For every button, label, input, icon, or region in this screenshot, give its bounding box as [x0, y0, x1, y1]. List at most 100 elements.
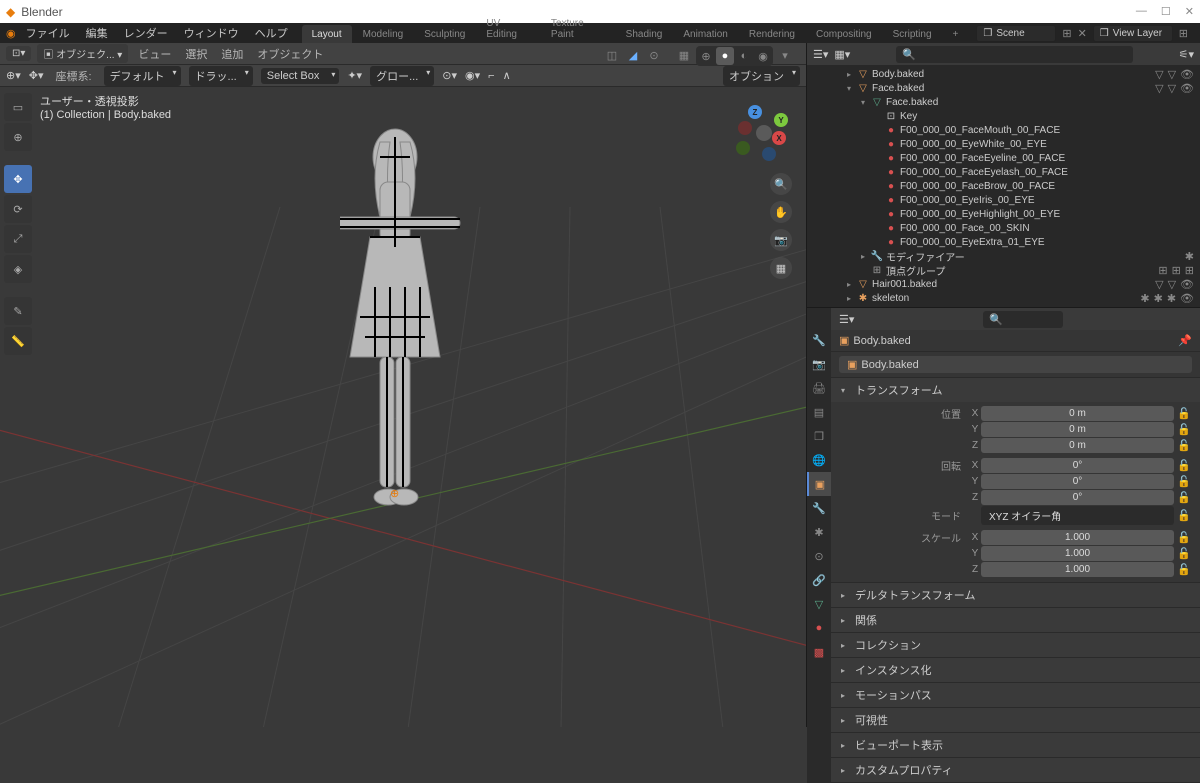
minimize-button[interactable]: —	[1136, 5, 1147, 18]
lock-icon[interactable]: 🔓	[1176, 459, 1192, 472]
ptab-material[interactable]: ●	[807, 616, 831, 640]
tree-row[interactable]: ▾▽Face.baked	[807, 95, 1200, 109]
tree-toggle[interactable]: ▸	[844, 70, 854, 79]
select-visible-icon[interactable]: ◫	[603, 46, 621, 64]
lock-icon[interactable]: 🔓	[1176, 407, 1192, 420]
tab-rendering[interactable]: Rendering	[739, 25, 805, 44]
tree-toggle[interactable]: ▸	[844, 294, 854, 303]
panel-header[interactable]: ▸インスタンス化	[831, 658, 1200, 682]
lock-icon[interactable]: 🔓	[1176, 423, 1192, 436]
tree-row[interactable]: ▾▽Face.baked▽▽👁	[807, 81, 1200, 95]
menu-file[interactable]: ファイル	[20, 23, 76, 43]
ptab-particle[interactable]: ✱	[807, 520, 831, 544]
global-dd[interactable]: グロー...	[370, 66, 434, 86]
tool-measure[interactable]: 📏	[4, 327, 32, 355]
perspective-icon[interactable]: ▦	[770, 257, 792, 279]
filter-icon[interactable]: ⚟▾	[1179, 48, 1194, 61]
propedit-icon[interactable]: ◉▾	[465, 69, 480, 82]
loc-y[interactable]: 0 m	[981, 422, 1174, 437]
lock-icon[interactable]: 🔓	[1176, 509, 1192, 522]
tool-rotate[interactable]: ⟳	[4, 195, 32, 223]
gizmo-toggle-icon[interactable]: ◢	[624, 46, 642, 64]
tab-uvediting[interactable]: UV Editing	[476, 14, 540, 44]
shading-wireframe-icon[interactable]: ⊕	[697, 47, 715, 65]
camera-icon[interactable]: 📷	[770, 229, 792, 251]
drag-dd[interactable]: ドラッ...	[189, 66, 253, 86]
tab-shading[interactable]: Shading	[616, 25, 673, 44]
ptab-tool[interactable]: 🔧	[807, 328, 831, 352]
ptab-physics[interactable]: ⊙	[807, 544, 831, 568]
tree-row[interactable]: ▸▽Body.baked▽▽👁	[807, 67, 1200, 81]
pin-icon[interactable]: 📌	[1178, 334, 1192, 347]
tree-row[interactable]: ▸▽Hair001.baked▽▽👁	[807, 277, 1200, 291]
shading-options-icon[interactable]: ▾	[776, 46, 794, 64]
pivot-icon[interactable]: ✦▾	[347, 69, 362, 82]
rot-x[interactable]: 0°	[981, 458, 1174, 473]
snap-inc-icon[interactable]: ∧	[503, 69, 511, 82]
snap-icon[interactable]: ⊙▾	[442, 69, 457, 82]
panel-header[interactable]: ▸コレクション	[831, 633, 1200, 657]
maximize-button[interactable]: ☐	[1161, 5, 1171, 18]
ptab-render[interactable]: 📷	[807, 352, 831, 376]
lock-icon[interactable]: 🔓	[1176, 531, 1192, 544]
blender-icon[interactable]: ◉	[6, 27, 16, 40]
tree-row[interactable]: ●F00_000_00_FaceEyeline_00_FACE	[807, 151, 1200, 165]
ptab-data[interactable]: ▽	[807, 592, 831, 616]
options-dd[interactable]: オブション	[723, 66, 800, 86]
orient-dd[interactable]: デフォルト	[104, 66, 181, 86]
ptab-constraint[interactable]: 🔗	[807, 568, 831, 592]
tree-row[interactable]: ▸🔧モディファイアー✱	[807, 249, 1200, 263]
lock-icon[interactable]: 🔓	[1176, 563, 1192, 576]
menu-window[interactable]: ウィンドウ	[178, 23, 245, 43]
panel-header[interactable]: ▸ビューポート表示	[831, 733, 1200, 757]
ptab-scene[interactable]: ❒	[807, 424, 831, 448]
viewlayer-new-icon[interactable]: ⊞	[1179, 27, 1188, 40]
tab-animation[interactable]: Animation	[673, 25, 737, 44]
lock-icon[interactable]: 🔓	[1176, 547, 1192, 560]
close-button[interactable]: ✕	[1185, 5, 1194, 18]
properties-search[interactable]: 🔍	[983, 311, 1063, 328]
tree-toggle[interactable]: ▸	[844, 280, 854, 289]
select-menu[interactable]: 選択	[181, 46, 211, 62]
tree-row[interactable]: ●F00_000_00_EyeExtra_01_EYE	[807, 235, 1200, 249]
ptab-viewlayer[interactable]: ▤	[807, 400, 831, 424]
tab-scripting[interactable]: Scripting	[883, 25, 942, 44]
tree-row[interactable]: ●F00_000_00_FaceEyelash_00_FACE	[807, 165, 1200, 179]
shading-rendered-icon[interactable]: ◉	[754, 47, 772, 65]
shading-matprev-icon[interactable]: ◐	[735, 47, 753, 65]
scale-y[interactable]: 1.000	[981, 546, 1174, 561]
scale-z[interactable]: 1.000	[981, 562, 1174, 577]
pan-icon[interactable]: ✋	[770, 201, 792, 223]
rot-mode[interactable]: XYZ オイラー角	[981, 506, 1174, 525]
interaction-mode-dd[interactable]: ▣ オブジェク... ▾	[37, 44, 128, 63]
tab-add[interactable]: +	[943, 25, 969, 44]
selectbox-dd[interactable]: Select Box	[261, 68, 340, 84]
object-name-field[interactable]: ▣Body.baked	[839, 356, 1192, 373]
ptab-modifier[interactable]: 🔧	[807, 496, 831, 520]
lock-icon[interactable]: 🔓	[1176, 491, 1192, 504]
tree-row[interactable]: ▸✱skeleton✱✱✱👁	[807, 291, 1200, 305]
move-gizmo-icon[interactable]: ✥▾	[29, 69, 44, 82]
view-menu[interactable]: ビュー	[134, 46, 175, 62]
ptab-output[interactable]: 🖨	[807, 376, 831, 400]
shading-solid-icon[interactable]: ●	[716, 47, 734, 65]
outliner-search[interactable]: 🔍	[896, 46, 1132, 63]
tree-row[interactable]: ●F00_000_00_FaceBrow_00_FACE	[807, 179, 1200, 193]
cursor-icon[interactable]: ⊕▾	[6, 69, 21, 82]
visibility-icon[interactable]: 👁	[1180, 292, 1194, 305]
tree-toggle[interactable]: ▸	[858, 252, 868, 261]
ptab-texture[interactable]: ▩	[807, 640, 831, 664]
tree-row[interactable]: ●F00_000_00_Face_00_SKIN	[807, 221, 1200, 235]
rot-z[interactable]: 0°	[981, 490, 1174, 505]
panel-header[interactable]: ▸デルタトランスフォーム	[831, 583, 1200, 607]
xray-icon[interactable]: ▦	[675, 46, 693, 64]
ptab-object[interactable]: ▣	[807, 472, 831, 496]
tool-cursor[interactable]: ⊕	[4, 123, 32, 151]
loc-z[interactable]: 0 m	[981, 438, 1174, 453]
tab-sculpting[interactable]: Sculpting	[414, 25, 475, 44]
tree-row[interactable]: ●F00_000_00_EyeHighlight_00_EYE	[807, 207, 1200, 221]
visibility-icon[interactable]: 👁	[1180, 82, 1194, 95]
gizmo-y[interactable]: Y	[774, 113, 788, 127]
tab-texturepaint[interactable]: Texture Paint	[541, 14, 615, 44]
panel-header[interactable]: ▸カスタムプロパティ	[831, 758, 1200, 782]
